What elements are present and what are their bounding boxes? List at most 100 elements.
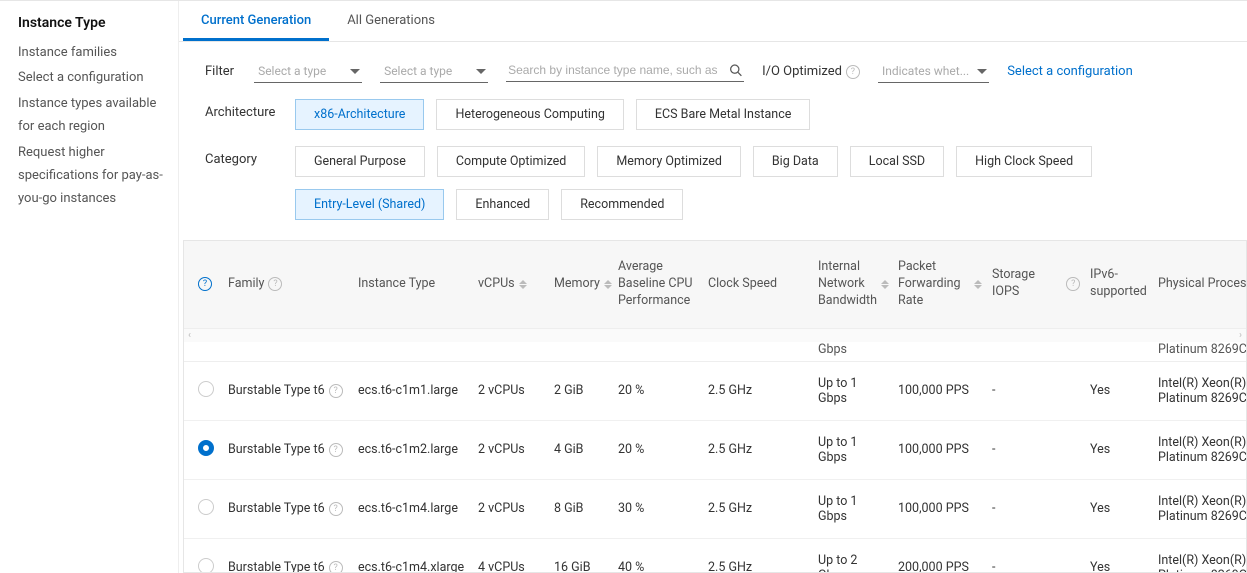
category-option-high-clock-speed[interactable]: High Clock Speed: [956, 146, 1092, 177]
cell-baseline: 20 %: [618, 383, 708, 398]
chevron-down-icon: [977, 69, 987, 74]
architecture-row: Architecture x86-Architecture Heterogeneo…: [179, 89, 1247, 136]
category-options: General Purpose Compute Optimized Memory O…: [295, 146, 1243, 220]
cell-ipv6: Yes: [1090, 442, 1158, 457]
cell-clock: 2.5 GHz: [708, 442, 818, 457]
category-option-recommended[interactable]: Recommended: [561, 189, 683, 220]
chevron-right-icon[interactable]: ›: [1239, 330, 1242, 341]
sidebar: Instance Type Instance families Select a…: [0, 1, 178, 573]
cell-iops: -: [992, 442, 1090, 457]
cell-ipv6: Yes: [1090, 560, 1158, 572]
cell-bandwidth: Up to 1 Gbps: [818, 494, 898, 524]
chevron-down-icon: [350, 69, 360, 74]
cell-memory: 16 GiB: [554, 560, 618, 572]
filter-type-1-placeholder: Select a type: [258, 64, 326, 78]
tab-all-generations[interactable]: All Generations: [329, 1, 453, 41]
col-memory[interactable]: Memory: [554, 276, 618, 293]
table-row[interactable]: Burstable Type t6 ?ecs.t6-c1m1.large2 vC…: [184, 362, 1246, 421]
col-baseline: Average Baseline CPU Performance: [618, 259, 708, 310]
table-row[interactable]: Burstable Type t6 ?ecs.t6-c1m4.large2 vC…: [184, 480, 1246, 539]
cell-family: Burstable Type t6 ?: [228, 442, 358, 457]
radio-select[interactable]: [198, 381, 214, 397]
help-icon[interactable]: ?: [329, 502, 343, 516]
filter-type-select-2[interactable]: Select a type: [380, 60, 488, 83]
radio-select[interactable]: [198, 440, 214, 456]
sort-icon: [604, 280, 612, 289]
cell-memory: 2 GiB: [554, 383, 618, 398]
col-bandwidth[interactable]: Internal Network Bandwidth: [818, 259, 898, 310]
tab-current-generation[interactable]: Current Generation: [183, 1, 329, 41]
category-option-entry-level-shared-[interactable]: Entry-Level (Shared): [295, 189, 444, 220]
radio-select[interactable]: [198, 558, 214, 572]
cell-processor: Intel(R) Xeon(R) Platinum 8269CY: [1158, 553, 1246, 572]
sidebar-link-select-config[interactable]: Select a configuration: [18, 66, 166, 89]
generation-tabs: Current Generation All Generations: [179, 1, 1247, 42]
help-icon[interactable]: ?: [268, 277, 282, 291]
sort-icon: [974, 280, 982, 289]
cell-processor: Intel(R) Xeon(R) Platinum 8269CY: [1158, 435, 1246, 465]
sidebar-link-families[interactable]: Instance families: [18, 41, 166, 64]
search-input[interactable]: [508, 63, 729, 77]
cell-pps: 100,000 PPS: [898, 442, 992, 457]
radio-select[interactable]: [198, 499, 214, 515]
cell-clock: 2.5 GHz: [708, 501, 818, 516]
help-icon[interactable]: ?: [329, 384, 343, 398]
filter-label: Filter: [205, 64, 234, 79]
sidebar-link-types-region[interactable]: Instance types available for each region: [18, 92, 166, 139]
cell-baseline: 30 %: [618, 501, 708, 516]
cell-bandwidth: Up to 1 Gbps: [818, 376, 898, 406]
help-icon[interactable]: ?: [329, 443, 343, 457]
sort-icon: [519, 280, 527, 289]
category-option-local-ssd[interactable]: Local SSD: [850, 146, 944, 177]
category-option-big-data[interactable]: Big Data: [753, 146, 838, 177]
category-option-memory-optimized[interactable]: Memory Optimized: [597, 146, 741, 177]
chevron-down-icon: [476, 69, 486, 74]
cell-family: Burstable Type t6 ?: [228, 560, 358, 572]
search-wrap: [506, 61, 744, 82]
chevron-left-icon[interactable]: ‹: [188, 330, 191, 341]
col-vcpus[interactable]: vCPUs: [478, 276, 554, 293]
instance-table: ? Family? Instance Type vCPUs Memory Ave…: [183, 240, 1247, 573]
architecture-options: x86-Architecture Heterogeneous Computing E…: [295, 99, 810, 130]
help-icon[interactable]: ?: [1066, 277, 1080, 291]
arch-option-x86-architecture[interactable]: x86-Architecture: [295, 99, 424, 130]
search-icon: [729, 63, 742, 77]
category-label: Category: [205, 146, 277, 167]
cell-vcpus: 4 vCPUs: [478, 560, 554, 572]
col-family: Family: [228, 276, 264, 293]
io-optimized-select[interactable]: Indicates whet...: [878, 60, 989, 83]
table-row[interactable]: Burstable Type t6 ?ecs.t6-c1m2.large2 vC…: [184, 421, 1246, 480]
table-header: ? Family? Instance Type vCPUs Memory Ave…: [184, 241, 1246, 328]
table-body: Gbps Platinum 8269CY Burstable Type t6 ?…: [184, 342, 1246, 572]
help-icon[interactable]: ?: [198, 277, 212, 291]
cell-bandwidth: Up to 1 Gbps: [818, 435, 898, 465]
cell-processor: Intel(R) Xeon(R) Platinum 8269CY: [1158, 494, 1246, 524]
category-option-enhanced[interactable]: Enhanced: [456, 189, 549, 220]
sidebar-link-request-higher[interactable]: Request higher specifications for pay-as…: [18, 141, 166, 211]
help-icon[interactable]: ?: [329, 561, 343, 572]
cell-iops: -: [992, 560, 1090, 572]
col-iops: Storage IOPS ?: [992, 267, 1090, 301]
filter-row: Filter Select a type Select a type I/O O…: [179, 42, 1247, 89]
cell-iops: -: [992, 383, 1090, 398]
category-option-compute-optimized[interactable]: Compute Optimized: [437, 146, 586, 177]
category-option-general-purpose[interactable]: General Purpose: [295, 146, 425, 177]
table-row[interactable]: Burstable Type t6 ?ecs.t6-c1m4.xlarge4 v…: [184, 539, 1246, 572]
horizontal-scrollbar[interactable]: ‹›: [184, 328, 1246, 342]
cell-family: Burstable Type t6 ?: [228, 383, 358, 398]
col-processor: Physical Processor: [1158, 276, 1247, 293]
col-pps[interactable]: Packet Forwarding Rate: [898, 259, 992, 310]
select-configuration-link[interactable]: Select a configuration: [1007, 64, 1133, 79]
help-icon[interactable]: ?: [846, 65, 860, 79]
filter-type-2-placeholder: Select a type: [384, 64, 452, 78]
col-ipv6: IPv6-supported: [1090, 267, 1158, 301]
cell-baseline: 40 %: [618, 560, 708, 572]
filter-type-select-1[interactable]: Select a type: [254, 60, 362, 83]
arch-option-heterogeneous-computing[interactable]: Heterogeneous Computing: [436, 99, 623, 130]
cell-vcpus: 2 vCPUs: [478, 442, 554, 457]
cell-type: ecs.t6-c1m4.xlarge: [358, 560, 478, 572]
cell-family: Burstable Type t6 ?: [228, 501, 358, 516]
cell-ipv6: Yes: [1090, 501, 1158, 516]
arch-option-ecs-bare-metal-instance[interactable]: ECS Bare Metal Instance: [636, 99, 811, 130]
architecture-label: Architecture: [205, 99, 277, 120]
